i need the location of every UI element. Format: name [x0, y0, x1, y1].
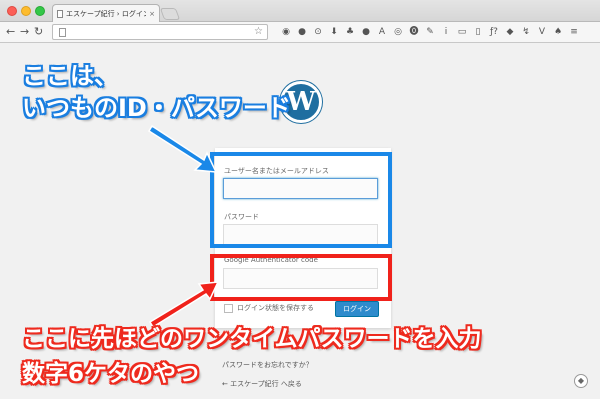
extension-icon[interactable]: ↯ [520, 26, 532, 38]
new-tab-button[interactable] [159, 8, 181, 20]
extension-icon[interactable]: ƒ? [488, 26, 500, 38]
extension-icon[interactable]: ▭ [456, 26, 468, 38]
callout-blue-line2: いつものID・パスワード [22, 94, 291, 122]
extension-icon[interactable]: ● [296, 26, 308, 38]
reload-button[interactable]: ↻ [34, 25, 43, 39]
tab-title: エスケープ紀行 › ログイン [66, 10, 147, 18]
extension-icon[interactable]: ⬇ [328, 26, 340, 38]
id-password-highlight [210, 152, 392, 248]
address-bar[interactable]: ☆ [52, 24, 268, 40]
bookmark-star-icon[interactable]: ☆ [254, 26, 263, 37]
extension-icon[interactable]: ● [360, 26, 372, 38]
login-button[interactable]: ログイン [335, 301, 379, 317]
otp-highlight [210, 254, 392, 301]
browser-tab[interactable]: エスケープ紀行 › ログイン × [52, 4, 160, 23]
callout-red-line2: 数字6ケタのやつ [22, 361, 200, 387]
extension-icon[interactable]: i [440, 26, 452, 38]
page-icon [59, 28, 66, 37]
extension-icon[interactable]: ⓿ [408, 26, 420, 38]
callout-red-line1: ここに先ほどのワンタイムパスワードを入力 [22, 326, 482, 352]
lost-password-link[interactable]: パスワードをお忘れですか？ [222, 360, 313, 370]
extension-icon[interactable]: ▯ [472, 26, 484, 38]
extension-icon[interactable]: ✎ [424, 26, 436, 38]
tab-close-icon[interactable]: × [149, 10, 155, 18]
extension-icon[interactable]: A [376, 26, 388, 38]
extension-icon[interactable]: ◆ [504, 26, 516, 38]
extension-icon[interactable]: ♣ [344, 26, 356, 38]
back-to-site-link[interactable]: ← エスケープ紀行 へ戻る [222, 379, 302, 389]
bottom-right-icon[interactable]: ◆ [574, 374, 588, 388]
page-icon [57, 10, 63, 18]
extension-icon[interactable]: ◉ [280, 26, 292, 38]
close-window-button[interactable] [7, 6, 17, 16]
extension-icon[interactable]: ≡ [568, 26, 580, 38]
extension-icon[interactable]: ♠ [552, 26, 564, 38]
back-button[interactable]: ← [6, 25, 15, 39]
forward-button[interactable]: → [20, 25, 29, 39]
extension-icon[interactable]: ◎ [392, 26, 404, 38]
title-bar: エスケープ紀行 › ログイン × [0, 0, 600, 23]
extension-icon[interactable]: ⊙ [312, 26, 324, 38]
callout-blue-line1: ここは、 [22, 62, 118, 90]
remember-label: ログイン状態を保存する [237, 304, 314, 312]
extension-icon[interactable]: V [536, 26, 548, 38]
zoom-window-button[interactable] [35, 6, 45, 16]
remember-checkbox[interactable] [224, 303, 233, 313]
minimize-window-button[interactable] [21, 6, 31, 16]
remember-me[interactable]: ログイン状態を保存する [224, 303, 314, 313]
